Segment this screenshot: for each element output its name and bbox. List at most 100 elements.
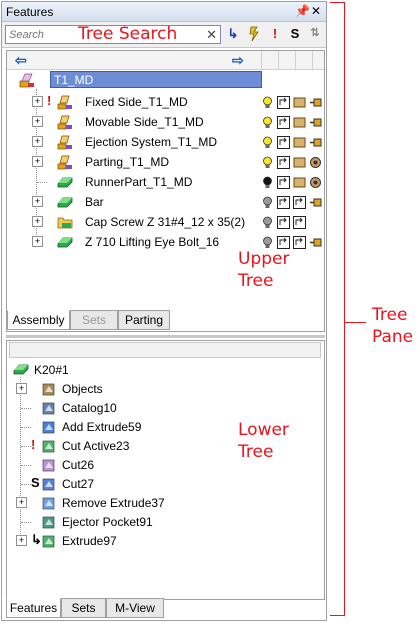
edit-mode-icon[interactable]: [277, 116, 290, 129]
state-icon[interactable]: [293, 96, 306, 109]
expand-icon[interactable]: +: [32, 136, 43, 147]
upper-tree-row[interactable]: + Movable Side_T1_MD: [7, 113, 323, 131]
upper-tree-row[interactable]: +! Fixed Side_T1_MD: [7, 93, 323, 111]
tab-features[interactable]: Features: [6, 598, 61, 618]
edit-mode-icon[interactable]: [277, 236, 290, 249]
pin-icon[interactable]: 📌: [295, 4, 310, 18]
visibility-bulb-icon[interactable]: [261, 156, 274, 169]
state-icon[interactable]: [293, 236, 306, 249]
tree-pane-bracket-tick: [344, 322, 366, 323]
lower-tree-row[interactable]: Ejector Pocket91: [7, 513, 307, 531]
visibility-bulb-icon[interactable]: [261, 176, 274, 189]
lower-tree-row[interactable]: + ↳ Extrude97: [7, 532, 307, 550]
pane-splitter[interactable]: [6, 335, 325, 338]
part-icon: [57, 177, 73, 188]
lock-key-icon[interactable]: [309, 136, 322, 149]
lock-key-icon[interactable]: [309, 236, 322, 249]
expand-icon[interactable]: +: [32, 196, 43, 207]
back-arrow-icon[interactable]: ⇦: [15, 52, 27, 69]
expand-icon[interactable]: +: [16, 497, 27, 508]
upper-tree-item-label: Cap Screw Z 31#4_12 x 35(2): [85, 215, 246, 229]
suppressed-filter-icon[interactable]: S: [287, 26, 303, 44]
camera-icon[interactable]: [309, 176, 322, 189]
catalog-icon: [42, 402, 55, 415]
upper-tree-row[interactable]: RunnerPart_T1_MD: [7, 173, 323, 191]
expand-icon[interactable]: +: [32, 216, 43, 227]
visibility-bulb-icon[interactable]: [261, 216, 274, 229]
close-icon[interactable]: ✕: [310, 4, 322, 18]
state-icon[interactable]: [293, 136, 306, 149]
lower-tree-item-label: Add Extrude59: [62, 420, 142, 434]
lower-tree: K20#1 + Objects Catalog10 Add Extrude59! Cut…: [6, 340, 325, 600]
upper-tree-item-label: Parting_T1_MD: [85, 155, 170, 169]
edit-mode-icon[interactable]: [277, 156, 290, 169]
edit-mode-icon[interactable]: [277, 136, 290, 149]
root-node-label: T1_MD: [54, 73, 94, 87]
upper-tree-item-label: Bar: [85, 195, 104, 209]
state-icon[interactable]: [293, 196, 306, 209]
upper-tree-row[interactable]: + Ejection System_T1_MD: [7, 133, 323, 151]
lock-key-icon[interactable]: [309, 116, 322, 129]
state-icon[interactable]: [293, 156, 306, 169]
warning-filter-icon[interactable]: !: [267, 26, 283, 44]
camera-icon[interactable]: [309, 156, 322, 169]
visibility-bulb-icon[interactable]: [261, 236, 274, 249]
visibility-bulb-icon[interactable]: [261, 136, 274, 149]
selected-root-node[interactable]: T1_MD: [50, 71, 262, 88]
suppressed-icon: S: [31, 475, 40, 490]
lower-tree-row[interactable]: + Objects: [7, 380, 307, 398]
lower-tree-row[interactable]: Catalog10: [7, 399, 307, 417]
lightning-filter-icon[interactable]: [247, 26, 263, 44]
sort-icon[interactable]: ⇅: [307, 26, 323, 44]
lower-tree-tab-strip: Features Sets M-View: [6, 598, 323, 620]
state-icon[interactable]: [293, 216, 306, 229]
edit-mode-icon[interactable]: [277, 216, 290, 229]
annotation-upper-tree-2: Tree: [238, 271, 274, 291]
lower-tree-item-label: Cut26: [62, 458, 95, 472]
lower-tree-item-label: Cut27: [62, 477, 95, 491]
tab-m-view[interactable]: M-View: [106, 598, 164, 618]
expand-icon[interactable]: +: [16, 383, 27, 394]
lower-tree-item-label: Ejector Pocket91: [62, 515, 153, 529]
assembly-root-icon: [19, 73, 34, 88]
tab-lower-sets[interactable]: Sets: [61, 598, 106, 618]
tree-pane-bracket: [330, 2, 345, 616]
upper-tree-item-label: Ejection System_T1_MD: [85, 135, 218, 149]
lock-key-icon[interactable]: [309, 96, 322, 109]
lower-tree-item-label: Cut Active23: [62, 439, 130, 453]
visibility-bulb-icon[interactable]: [261, 116, 274, 129]
lower-tree-item-label: Extrude97: [62, 534, 117, 548]
expand-icon[interactable]: +: [32, 116, 43, 127]
expand-icon[interactable]: +: [32, 236, 43, 247]
expand-icon[interactable]: +: [16, 535, 27, 546]
expand-icon[interactable]: +: [32, 96, 43, 107]
edit-mode-icon[interactable]: [277, 176, 290, 189]
remove-extrude-icon: [42, 497, 55, 510]
tree-pane: Features 📌 ✕ ✕ ↳ ! S ⇅ ⇦ ⇨ T1_MD +! Fixed…: [1, 1, 327, 621]
tab-sets[interactable]: Sets: [70, 310, 118, 330]
folder-icon: [57, 217, 73, 229]
tab-parting[interactable]: Parting: [118, 310, 170, 330]
tab-assembly[interactable]: Assembly: [7, 310, 70, 330]
upper-tree-row[interactable]: + Bar: [7, 193, 323, 211]
state-icon[interactable]: [293, 116, 306, 129]
edit-mode-icon[interactable]: [277, 96, 290, 109]
upper-tree-item-label: Fixed Side_T1_MD: [85, 95, 188, 109]
annotation-tree-pane-1: Tree: [372, 305, 408, 325]
visibility-bulb-icon[interactable]: [261, 96, 274, 109]
upper-tree-tabs: Assembly Sets Parting: [7, 310, 324, 332]
rollback-filter-icon[interactable]: ↳: [225, 26, 241, 44]
part-root-icon: [13, 364, 29, 375]
expand-icon[interactable]: +: [32, 156, 43, 167]
visibility-bulb-icon[interactable]: [261, 196, 274, 209]
lock-key-icon[interactable]: [309, 196, 322, 209]
state-icon[interactable]: [293, 176, 306, 189]
lower-tree-row[interactable]: + Remove Extrude37: [7, 494, 307, 512]
edit-mode-icon[interactable]: [277, 196, 290, 209]
upper-tree-row[interactable]: + Cap Screw Z 31#4_12 x 35(2): [7, 213, 323, 231]
forward-arrow-icon[interactable]: ⇨: [232, 52, 244, 69]
clear-search-icon[interactable]: ✕: [206, 27, 217, 43]
lower-tree-row[interactable]: S Cut27: [7, 475, 307, 493]
objects-icon: [42, 383, 55, 396]
upper-tree-row[interactable]: + Parting_T1_MD: [7, 153, 323, 171]
